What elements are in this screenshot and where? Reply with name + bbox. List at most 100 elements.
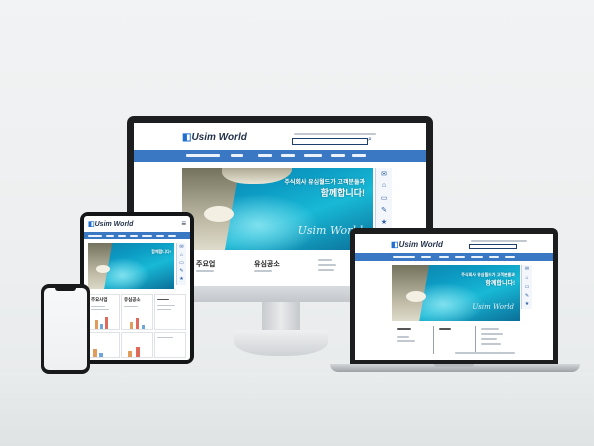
card-3-text-3 <box>157 309 171 310</box>
menu-icon[interactable]: ≡ <box>181 219 186 228</box>
section-title-1: 주요사업 <box>91 297 108 302</box>
card-2-chart-bar <box>136 318 139 329</box>
map-icon[interactable]: ⌂ <box>525 275 528 281</box>
header-search-input[interactable] <box>292 138 368 145</box>
card-6[interactable] <box>154 332 186 358</box>
nav-item-4[interactable] <box>130 234 138 237</box>
search-icon[interactable]: ⌕ <box>368 136 372 144</box>
pencil-icon[interactable]: ✎ <box>381 206 387 214</box>
card-2-text <box>124 306 138 307</box>
notice-line-3 <box>318 269 334 271</box>
site-logo[interactable]: ◧Usim World <box>391 240 443 249</box>
nav-item-4[interactable] <box>281 154 295 157</box>
monitor-icon[interactable]: ▭ <box>381 194 388 202</box>
nav-item-6[interactable] <box>489 256 499 258</box>
star-icon[interactable]: ★ <box>381 218 387 226</box>
notice-line-2 <box>318 264 336 266</box>
card-5-chart-bar <box>136 347 140 357</box>
notice-line-2 <box>481 333 503 335</box>
card-5-chart-bar <box>128 351 132 357</box>
nav-item-2[interactable] <box>421 256 431 258</box>
hero-banner[interactable]: 주식회사 유심월드가 고객분들과 함께합니다! Usim World <box>182 168 373 250</box>
card-2[interactable]: 유심공소 <box>121 294 153 330</box>
nav-item-7[interactable] <box>168 234 176 237</box>
nav-item-5[interactable] <box>471 256 483 258</box>
hero-cliff-top <box>222 168 292 184</box>
nav-item-3[interactable] <box>118 234 126 237</box>
hero-headline-1: 주식회사 유심월드가 고객분들과 <box>284 180 365 186</box>
header-search-input[interactable] <box>469 244 517 249</box>
notice-line-3 <box>481 338 497 340</box>
nav-item-6[interactable] <box>331 154 345 157</box>
nav-item-6[interactable] <box>156 234 164 237</box>
util-links[interactable] <box>471 240 527 242</box>
card-4[interactable] <box>88 332 120 358</box>
section-1-text <box>196 270 214 272</box>
main-nav <box>134 150 426 162</box>
notice-line-1 <box>318 259 332 261</box>
notice-line-1 <box>481 328 499 330</box>
nav-item-5[interactable] <box>304 154 322 157</box>
card-1[interactable]: 주요사업 <box>88 294 120 330</box>
card-5[interactable] <box>121 332 153 358</box>
nav-item-4[interactable] <box>455 256 465 258</box>
phone-screen <box>44 288 87 370</box>
nav-item-7[interactable] <box>505 256 515 258</box>
monitor-icon[interactable]: ▭ <box>179 260 184 266</box>
nav-item-1[interactable] <box>186 154 220 157</box>
laptop-screen: ◧Usim World 주식회사 유심월드가 고객분들과 함께합니다! Usim… <box>355 234 553 360</box>
logo-mark-icon: ◧ <box>391 240 399 249</box>
chat-icon[interactable]: ✉ <box>525 266 529 272</box>
hero-banner[interactable]: 주식회사 유심월드가 고객분들과 함께합니다! Usim World <box>392 265 520 321</box>
phone-notch <box>55 287 76 291</box>
map-icon[interactable]: ⌂ <box>180 252 183 258</box>
nav-item-7[interactable] <box>352 154 366 157</box>
site-logo[interactable]: ◧Usim World <box>88 220 133 228</box>
tablet-screen: ◧Usim World ≡ 함께합니다! ✉ ⌂ ▭ ✎ ★ 주요사업 유심공소 <box>84 216 190 360</box>
hero-headline-2: 함께합니다! <box>485 281 515 287</box>
nav-item-3[interactable] <box>439 256 449 258</box>
hero-beach <box>96 265 110 273</box>
card-1-chart-bar <box>100 324 103 329</box>
floor-reflection <box>0 372 594 446</box>
section-2-text <box>254 270 272 272</box>
quick-menu: ✉ ⌂ ▭ ✎ ★ <box>176 243 186 285</box>
star-icon[interactable]: ★ <box>525 301 529 307</box>
nav-item-2[interactable] <box>231 154 243 157</box>
map-icon[interactable]: ⌂ <box>382 182 386 189</box>
quick-menu: ✉ ⌂ ▭ ✎ ★ <box>375 168 392 232</box>
card-3-text-2 <box>157 305 175 306</box>
pencil-icon[interactable]: ✎ <box>179 268 183 274</box>
card-3-text <box>157 299 169 300</box>
nav-item-1[interactable] <box>393 256 415 258</box>
hero-script-text: Usim World <box>472 303 514 311</box>
monitor-icon[interactable]: ▭ <box>525 284 530 290</box>
nav-item-1[interactable] <box>88 234 102 237</box>
nav-item-5[interactable] <box>142 234 152 237</box>
util-links[interactable] <box>294 133 376 135</box>
site-logo[interactable]: ◧Usim World <box>182 132 247 143</box>
section-title-2: 유심공소 <box>124 297 141 302</box>
section-2-head <box>439 328 451 330</box>
section-title-2: 유심공소 <box>254 261 280 268</box>
star-icon[interactable]: ★ <box>179 276 183 282</box>
column-divider-2 <box>475 326 476 354</box>
card-3[interactable] <box>154 294 186 330</box>
hero-headline-2: 함께합니다! <box>320 188 365 198</box>
card-2-chart-bar <box>130 322 133 329</box>
pencil-icon[interactable]: ✎ <box>525 293 529 299</box>
section-1-head <box>397 328 411 330</box>
card-1-chart-bar <box>95 320 98 329</box>
card-6-text <box>157 337 173 338</box>
nav-item-2[interactable] <box>106 234 114 237</box>
main-nav <box>355 253 553 261</box>
section-title-1: 주요업 <box>196 261 216 268</box>
hero-headline-2: 함께합니다! <box>151 249 171 254</box>
monitor-stand <box>234 330 328 356</box>
notice-line-4 <box>481 343 501 345</box>
chat-icon[interactable]: ✉ <box>179 244 183 250</box>
monitor-neck <box>262 302 300 332</box>
nav-item-3[interactable] <box>258 154 272 157</box>
chat-icon[interactable]: ✉ <box>381 170 387 178</box>
hero-banner[interactable]: 함께합니다! <box>88 243 174 289</box>
